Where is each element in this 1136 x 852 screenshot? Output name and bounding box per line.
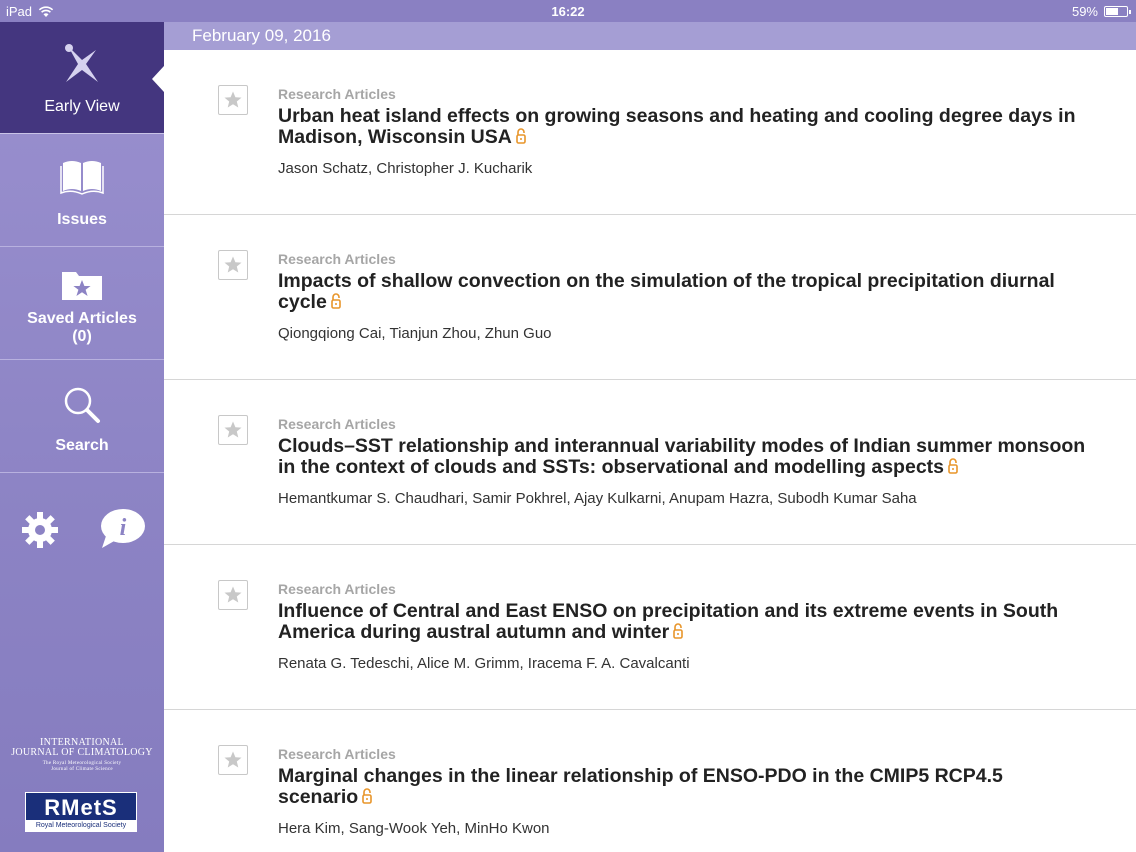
star-icon xyxy=(224,421,242,438)
article-title[interactable]: Clouds–SST relationship and interannual … xyxy=(278,436,1088,478)
article-authors: Jason Schatz, Christopher J. Kucharik xyxy=(278,160,533,177)
open-lock-icon xyxy=(331,293,341,309)
sidebar-item-label: Early View xyxy=(44,98,120,115)
sidebar-item-label: Search xyxy=(55,437,109,454)
star-icon xyxy=(224,586,242,603)
article-title-text: Urban heat island effects on growing sea… xyxy=(278,105,1076,148)
publisher-logo: RMetS Royal Meteorological Society xyxy=(25,792,137,832)
sidebar-item-early-view[interactable]: Early View xyxy=(0,22,164,134)
article-title-text: Marginal changes in the linear relations… xyxy=(278,765,1003,808)
list-item[interactable]: Research Articles Impacts of shallow con… xyxy=(164,215,1136,380)
favorite-button[interactable] xyxy=(218,580,248,610)
publisher-name: Royal Meteorological Society xyxy=(26,820,136,831)
article-category: Research Articles xyxy=(278,416,396,432)
list-item[interactable]: Research Articles Influence of Central a… xyxy=(164,545,1136,710)
article-category: Research Articles xyxy=(278,86,396,102)
sidebar-item-saved-articles[interactable]: Saved Articles (0) xyxy=(0,248,164,360)
selection-pointer xyxy=(152,66,164,92)
list-item[interactable]: Research Articles Clouds–SST relationshi… xyxy=(164,380,1136,545)
article-title-text: Impacts of shallow convection on the sim… xyxy=(278,270,1055,313)
list-item[interactable]: Research Articles Urban heat island effe… xyxy=(164,50,1136,215)
star-icon xyxy=(224,751,242,768)
sidebar-tools: i xyxy=(0,500,164,560)
early-view-icon xyxy=(0,42,164,86)
journal-line: JOURNAL OF CLIMATOLOGY xyxy=(11,747,153,758)
article-title[interactable]: Influence of Central and East ENSO on pr… xyxy=(278,601,1088,643)
article-title-text: Influence of Central and East ENSO on pr… xyxy=(278,600,1059,643)
gear-icon[interactable] xyxy=(20,510,60,550)
article-authors: Renata G. Tedeschi, Alice M. Grimm, Irac… xyxy=(278,655,690,672)
folder-star-icon xyxy=(0,266,164,310)
favorite-button[interactable] xyxy=(218,85,248,115)
book-icon xyxy=(0,157,164,201)
article-title[interactable]: Marginal changes in the linear relations… xyxy=(278,766,1088,808)
favorite-button[interactable] xyxy=(218,250,248,280)
sidebar-item-issues[interactable]: Issues xyxy=(0,135,164,247)
open-lock-icon xyxy=(516,128,526,144)
article-authors: Qiongqiong Cai, Tianjun Zhou, Zhun Guo xyxy=(278,325,552,342)
article-category: Research Articles xyxy=(278,251,396,267)
favorite-button[interactable] xyxy=(218,745,248,775)
article-authors: Hera Kim, Sang-Wook Yeh, MinHo Kwon xyxy=(278,820,550,837)
article-category: Research Articles xyxy=(278,581,396,597)
journal-line: Journal of Climate Science xyxy=(51,767,113,772)
svg-text:i: i xyxy=(120,515,127,541)
status-bar: iPad 16:22 59% xyxy=(0,0,1136,22)
star-icon xyxy=(224,91,242,108)
article-authors: Hemantkumar S. Chaudhari, Samir Pokhrel,… xyxy=(278,490,917,507)
star-icon xyxy=(224,256,242,273)
article-category: Research Articles xyxy=(278,746,396,762)
article-list: Research Articles Urban heat island effe… xyxy=(164,50,1136,852)
battery-icon xyxy=(1104,6,1131,17)
sidebar-item-search[interactable]: Search xyxy=(0,361,164,473)
date-header: February 09, 2016 xyxy=(164,22,1136,50)
journal-logo: INTERNATIONAL JOURNAL OF CLIMATOLOGY The… xyxy=(10,738,154,773)
article-title[interactable]: Impacts of shallow convection on the sim… xyxy=(278,271,1088,313)
info-icon[interactable]: i xyxy=(98,508,146,550)
open-lock-icon xyxy=(948,458,958,474)
open-lock-icon xyxy=(673,623,683,639)
sidebar-item-label: Saved Articles xyxy=(27,310,137,327)
saved-count: (0) xyxy=(72,328,92,345)
battery-percent: 59% xyxy=(1071,4,1098,19)
magnifier-icon xyxy=(0,383,164,427)
open-lock-icon xyxy=(362,788,373,804)
article-title-text: Clouds–SST relationship and interannual … xyxy=(278,435,1086,478)
sidebar-item-label: Issues xyxy=(57,211,107,228)
list-item[interactable]: Research Articles Marginal changes in th… xyxy=(164,710,1136,852)
sidebar: Early View Issues Saved Articles (0) Sea… xyxy=(0,22,164,852)
publisher-logo-text: RMetS xyxy=(44,795,118,820)
clock: 16:22 xyxy=(551,4,585,19)
article-title[interactable]: Urban heat island effects on growing sea… xyxy=(278,106,1088,148)
favorite-button[interactable] xyxy=(218,415,248,445)
